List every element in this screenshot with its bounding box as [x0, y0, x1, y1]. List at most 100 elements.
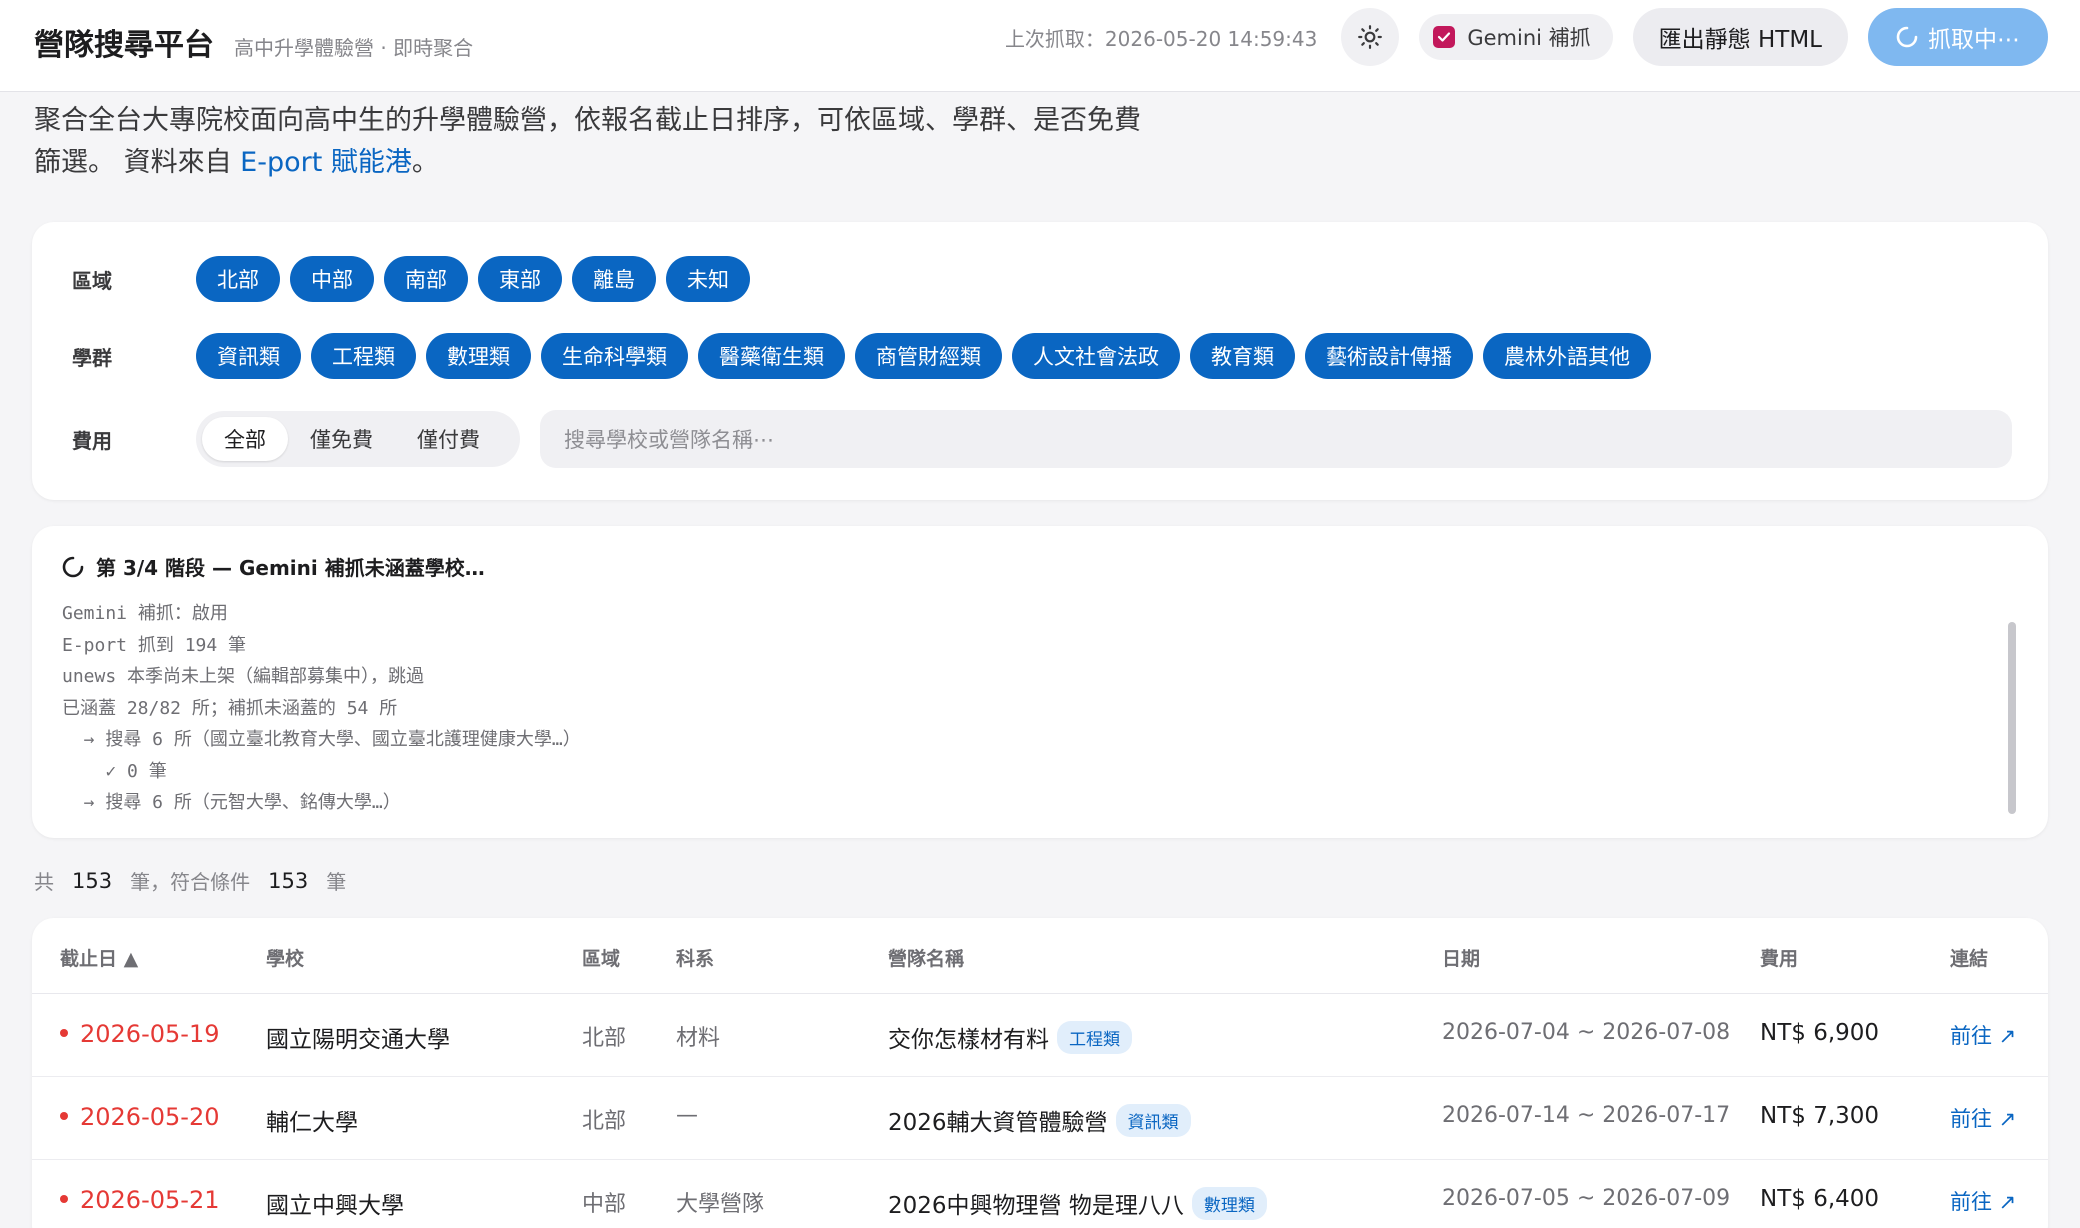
col-camp: 營隊名稱 — [888, 948, 965, 970]
urgent-dot — [60, 1112, 68, 1120]
fee-option-paid[interactable]: 僅付費 — [395, 417, 502, 461]
dept-cell: — — [676, 1103, 698, 1128]
log-line: ✓ 0 筆 — [62, 760, 167, 782]
fee-option-all[interactable]: 全部 — [202, 417, 288, 461]
last-fetch-time: 上次抓取：2026-05-20 14:59:43 — [1004, 26, 1318, 51]
app-title: 營隊搜尋平台 — [34, 28, 214, 63]
fee-label: 費用 — [72, 428, 112, 453]
go-link[interactable]: 前往 ↗ — [1950, 1103, 2016, 1133]
log-line-clipped — [62, 586, 1962, 598]
camp-name: 2026中興物理營 物是理八八 — [888, 1193, 1184, 1219]
region-chip[interactable]: 南部 — [384, 256, 468, 302]
checkmark-icon — [1438, 32, 1451, 42]
deadline-cell: 2026-05-21 — [60, 1186, 219, 1214]
group-chip[interactable]: 農林外語其他 — [1483, 333, 1651, 379]
count-middle: 筆，符合條件 — [130, 870, 251, 894]
fee-cell: NT$ 7,300 — [1760, 1103, 1880, 1129]
go-link[interactable]: 前往 ↗ — [1950, 1186, 2016, 1216]
log-line: E-port 抓到 194 筆 — [62, 634, 247, 656]
source-link[interactable]: E-port 賦能港 — [240, 147, 412, 178]
camp-cell: 2026中興物理營 物是理八八 數理類 — [888, 1186, 1267, 1220]
top-bar: 營隊搜尋平台 高中升學體驗營 · 即時聚合 上次抓取：2026-05-20 14… — [0, 0, 2080, 92]
col-deadline-sort[interactable]: 截止日 ▲ — [60, 944, 138, 971]
group-tag: 資訊類 — [1115, 1103, 1191, 1137]
urgent-dot — [60, 1029, 68, 1037]
intro-line-2-prefix: 篩選。 資料來自 — [34, 147, 241, 178]
camp-name: 交你怎樣材有料 — [888, 1027, 1049, 1053]
count-prefix: 共 — [34, 870, 54, 894]
region-chip[interactable]: 東部 — [478, 256, 562, 302]
col-dept: 科系 — [676, 948, 715, 970]
brand: 營隊搜尋平台 高中升學體驗營 · 即時聚合 — [34, 18, 473, 74]
fee-filter-row: 費用 全部 僅免費 僅付費 搜尋學校或營隊名稱⋯ — [32, 410, 2012, 468]
log-line: → 搜尋 6 所（國立臺北教育大學、國立臺北護理健康大學…） — [62, 729, 581, 750]
region-chip[interactable]: 中部 — [290, 256, 374, 302]
go-link[interactable]: 前往 ↗ — [1950, 1020, 2016, 1050]
export-html-button[interactable]: 匯出靜態 HTML — [1632, 8, 1848, 66]
col-school: 學校 — [266, 948, 305, 970]
camp-table: 截止日 ▲ 學校 區域 科系 營隊名稱 日期 費用 連結 2026-05-19 … — [32, 918, 2048, 1228]
app-subtitle: 高中升學體驗營 · 即時聚合 — [234, 36, 474, 60]
dept-cell: 大學營隊 — [676, 1192, 765, 1217]
fetch-button-label: 抓取中⋯ — [1928, 27, 2020, 53]
result-count: 共 153 筆，符合條件 153 筆 — [34, 866, 346, 895]
spinner-icon — [62, 556, 84, 577]
log-scrollbar[interactable] — [2008, 622, 2016, 814]
group-chip[interactable]: 醫藥衛生類 — [698, 333, 845, 379]
gemini-toggle[interactable]: Gemini 補抓 — [1419, 14, 1613, 60]
fee-cell: NT$ 6,400 — [1760, 1186, 1880, 1212]
gemini-checkbox[interactable] — [1433, 26, 1456, 48]
theme-toggle-button[interactable] — [1341, 8, 1400, 66]
intro-line-1: 聚合全台大專院校面向高中生的升學體驗營，依報名截止日排序，可依區域、學群、是否免… — [34, 105, 1141, 136]
camp-cell: 交你怎樣材有料 工程類 — [888, 1020, 1132, 1054]
school-cell: 國立陽明交通大學 — [266, 1027, 450, 1053]
log-line: 已涵蓋 28/82 所；補抓未涵蓋的 54 所 — [62, 697, 398, 719]
fee-segmented-control: 全部 僅免費 僅付費 — [196, 411, 520, 467]
deadline-value: 2026-05-19 — [80, 1020, 220, 1048]
urgent-dot — [60, 1195, 68, 1203]
region-cell: 北部 — [582, 1109, 627, 1134]
log-line: unews 本季尚未上架（編輯部募集中），跳過 — [62, 666, 425, 687]
fee-option-free[interactable]: 僅免費 — [288, 417, 395, 461]
group-chip[interactable]: 資訊類 — [196, 333, 301, 379]
dates-cell: 2026-07-14 ~ 2026-07-17 — [1442, 1103, 1731, 1128]
region-cell: 中部 — [582, 1192, 627, 1217]
group-chips: 資訊類 工程類 數理類 生命科學類 醫藥衛生類 商管財經類 人文社會法政 教育類… — [196, 333, 1651, 379]
region-chip[interactable]: 未知 — [666, 256, 750, 302]
spinner-icon — [1896, 26, 1918, 48]
progress-heading: 第 3/4 階段 — Gemini 補抓未涵蓋學校… — [62, 552, 485, 581]
progress-log: Gemini 補抓：啟用 E-port 抓到 194 筆 unews 本季尚未上… — [62, 586, 1962, 819]
group-chip[interactable]: 藝術設計傳播 — [1305, 333, 1473, 379]
log-line: → 搜尋 6 所（元智大學、銘傳大學…） — [62, 792, 401, 813]
school-cell: 輔仁大學 — [266, 1110, 358, 1136]
group-tag: 數理類 — [1191, 1186, 1267, 1220]
count-total: 153 — [72, 868, 113, 893]
table-row: 2026-05-20 輔仁大學 北部 — 2026輔大資管體驗營 資訊類 2026… — [32, 1077, 2048, 1160]
deadline-value: 2026-05-21 — [80, 1186, 220, 1214]
region-label: 區域 — [72, 268, 112, 293]
count-suffix: 筆 — [326, 870, 347, 894]
group-chip[interactable]: 教育類 — [1190, 333, 1295, 379]
log-line: Gemini 補抓：啟用 — [62, 603, 228, 624]
group-chip[interactable]: 工程類 — [311, 333, 416, 379]
region-cell: 北部 — [582, 1026, 627, 1051]
intro-line-2-suffix: 。 — [411, 147, 439, 178]
intro-line-2: 篩選。 資料來自 E-port 賦能港。 — [34, 142, 1254, 184]
col-region: 區域 — [582, 948, 621, 970]
camp-cell: 2026輔大資管體驗營 資訊類 — [888, 1103, 1191, 1137]
search-input[interactable]: 搜尋學校或營隊名稱⋯ — [540, 410, 2012, 468]
group-chip[interactable]: 數理類 — [426, 333, 531, 379]
region-chip[interactable]: 離島 — [572, 256, 656, 302]
table-header: 截止日 ▲ 學校 區域 科系 營隊名稱 日期 費用 連結 — [32, 918, 2048, 994]
group-chip[interactable]: 商管財經類 — [855, 333, 1002, 379]
group-chip[interactable]: 生命科學類 — [541, 333, 688, 379]
fetch-button[interactable]: 抓取中⋯ — [1868, 8, 2048, 66]
group-label: 學群 — [72, 345, 112, 370]
deadline-cell: 2026-05-20 — [60, 1103, 219, 1131]
dates-cell: 2026-07-04 ~ 2026-07-08 — [1442, 1020, 1731, 1045]
group-chip[interactable]: 人文社會法政 — [1012, 333, 1180, 379]
progress-log-panel: 第 3/4 階段 — Gemini 補抓未涵蓋學校… Gemini 補抓：啟用 … — [32, 526, 2048, 838]
filter-panel: 區域 北部 中部 南部 東部 離島 未知 學群 資訊類 工程類 數理類 生命科學… — [32, 222, 2048, 500]
gemini-label: Gemini 補抓 — [1467, 26, 1591, 50]
region-chip[interactable]: 北部 — [196, 256, 280, 302]
